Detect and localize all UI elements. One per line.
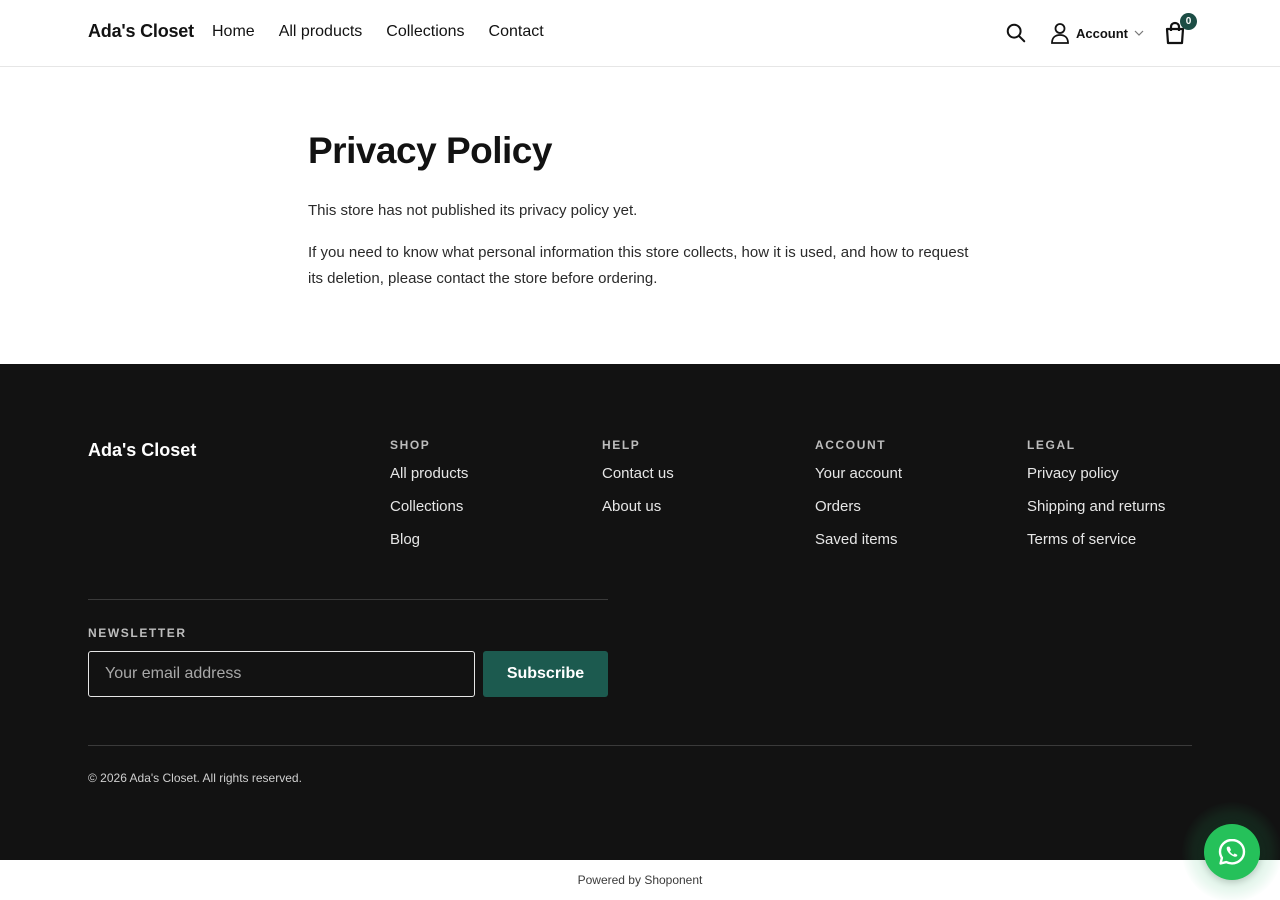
policy-paragraph: If you need to know what personal inform… bbox=[308, 244, 969, 287]
newsletter-email-input[interactable] bbox=[88, 651, 475, 697]
whatsapp-chat-button[interactable] bbox=[1204, 824, 1260, 880]
footer-column-title: SHOP bbox=[390, 438, 431, 452]
user-icon bbox=[1051, 23, 1069, 44]
footer-column-title: LEGAL bbox=[1027, 438, 1076, 452]
nav-home[interactable]: Home bbox=[212, 23, 255, 41]
cart-count-badge: 0 bbox=[1180, 13, 1197, 30]
chevron-down-icon bbox=[1134, 30, 1144, 36]
site-footer: Ada's Closet SHOP All products Collectio… bbox=[0, 364, 1280, 860]
footer-link-orders[interactable]: Orders bbox=[815, 497, 902, 517]
footer-link-contact-us[interactable]: Contact us bbox=[602, 464, 674, 484]
footer-link-about-us[interactable]: About us bbox=[602, 497, 674, 517]
nav-collections[interactable]: Collections bbox=[386, 23, 464, 41]
copyright-text: © 2026 Ada's Closet. All rights reserved… bbox=[88, 771, 302, 785]
powered-by[interactable]: Powered by Shoponent bbox=[0, 860, 1280, 900]
nav-all-products[interactable]: All products bbox=[279, 23, 363, 41]
brand-logo[interactable]: Ada's Closet bbox=[88, 21, 194, 42]
footer-column-account: ACCOUNT Your account Orders Saved items bbox=[815, 438, 902, 550]
search-button[interactable] bbox=[1004, 21, 1028, 45]
footer-link-shipping-returns[interactable]: Shipping and returns bbox=[1027, 497, 1165, 517]
footer-link-privacy-policy[interactable]: Privacy policy bbox=[1027, 464, 1165, 484]
footer-divider bbox=[88, 745, 1192, 746]
subscribe-button[interactable]: Subscribe bbox=[483, 651, 608, 697]
nav-contact[interactable]: Contact bbox=[489, 23, 544, 41]
footer-column-title: HELP bbox=[602, 438, 641, 452]
footer-link-your-account[interactable]: Your account bbox=[815, 464, 902, 484]
footer-link-blog[interactable]: Blog bbox=[390, 530, 468, 550]
account-label: Account bbox=[1076, 25, 1128, 41]
footer-link-saved-items[interactable]: Saved items bbox=[815, 530, 902, 550]
footer-link-all-products[interactable]: All products bbox=[390, 464, 468, 484]
footer-link-terms[interactable]: Terms of service bbox=[1027, 530, 1165, 550]
main-content: Privacy Policy This store has not publis… bbox=[308, 130, 978, 292]
newsletter-title: NEWSLETTER bbox=[88, 626, 187, 640]
search-icon bbox=[1006, 23, 1026, 43]
footer-column-legal: LEGAL Privacy policy Shipping and return… bbox=[1027, 438, 1165, 550]
page-title: Privacy Policy bbox=[308, 130, 552, 171]
footer-divider bbox=[88, 599, 608, 600]
footer-column-shop: SHOP All products Collections Blog bbox=[390, 438, 468, 550]
site-header: Ada's Closet Home All products Collectio… bbox=[0, 0, 1280, 67]
footer-column-title: ACCOUNT bbox=[815, 438, 887, 452]
policy-paragraph: This store has not published its privacy… bbox=[308, 202, 638, 219]
footer-column-help: HELP Contact us About us bbox=[602, 438, 674, 517]
main-nav: Home All products Collections Contact bbox=[212, 23, 544, 41]
footer-brand: Ada's Closet bbox=[88, 440, 197, 460]
footer-link-collections[interactable]: Collections bbox=[390, 497, 468, 517]
account-menu[interactable]: Account bbox=[1050, 21, 1144, 45]
whatsapp-icon bbox=[1218, 838, 1246, 865]
